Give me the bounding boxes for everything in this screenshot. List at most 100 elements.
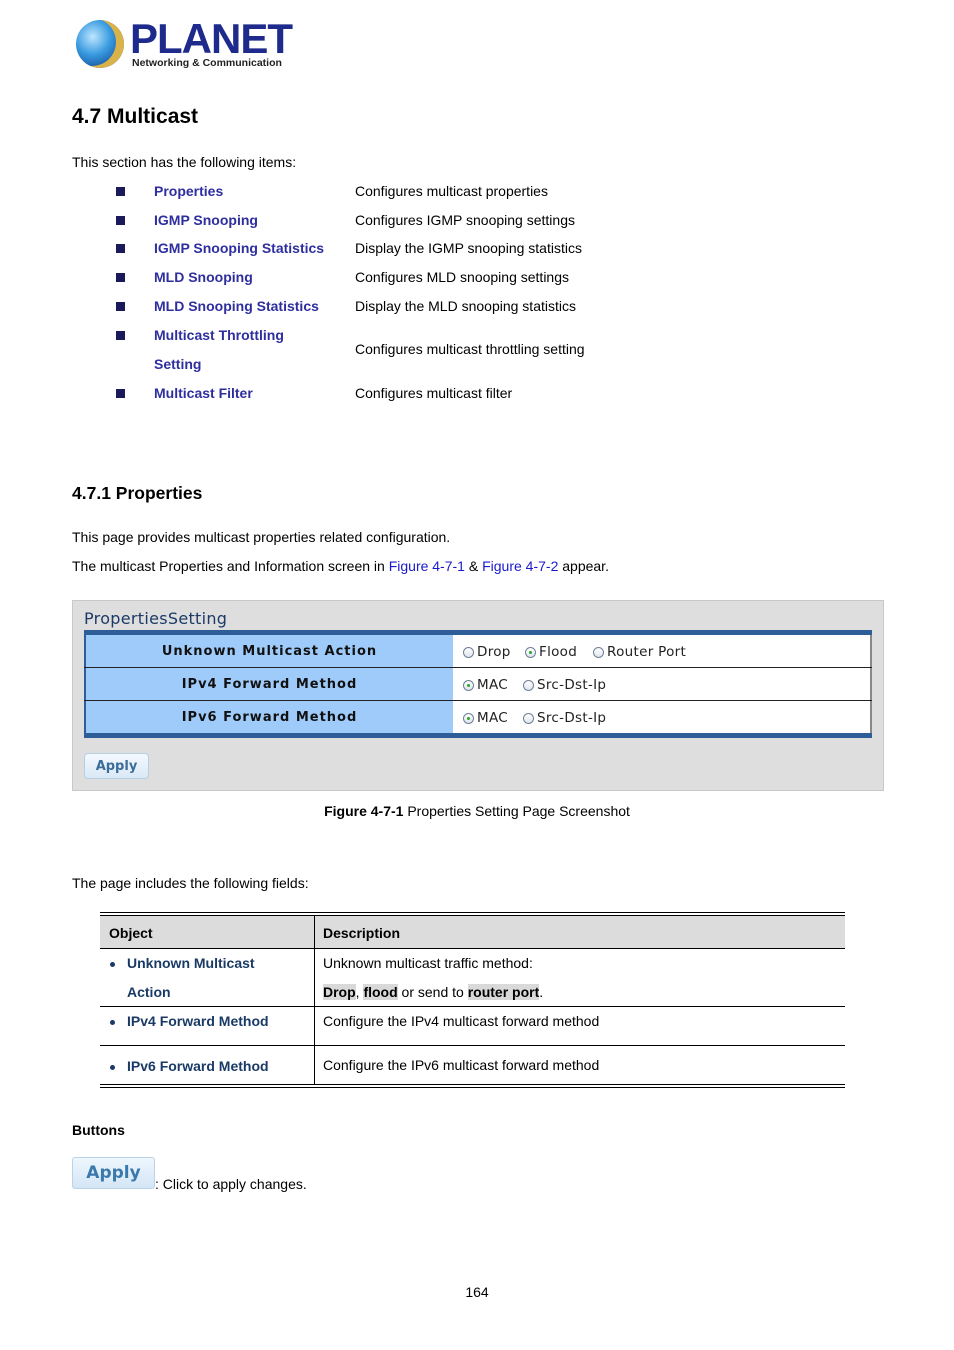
list-item: MLD Snooping Statistics Display the MLD … xyxy=(0,297,954,326)
radio-selected-icon xyxy=(525,646,536,658)
row-unknown-multicast-action: Unknown Multicast Action Drop Flood Rout… xyxy=(84,635,872,668)
item-link-multicast-throttling-setting-cont[interactable]: Setting xyxy=(154,356,201,372)
caption-label: Figure 4-7-1 xyxy=(324,803,404,819)
list-item: Properties Configures multicast properti… xyxy=(0,182,954,211)
item-link-igmp-snooping-statistics[interactable]: IGMP Snooping Statistics xyxy=(154,240,324,256)
section-title: 4.7 Multicast xyxy=(72,105,199,128)
table-row: Unknown Multicast Action Unknown multica… xyxy=(100,949,845,1007)
list-item: Multicast Filter Configures multicast fi… xyxy=(0,384,954,413)
bullet-icon xyxy=(110,1020,115,1025)
bullet-icon xyxy=(110,962,115,967)
radio-selected-icon xyxy=(463,712,474,724)
table-row: IPv4 Forward Method Configure the IPv4 m… xyxy=(100,1007,845,1046)
apply-button[interactable]: Apply xyxy=(84,753,149,779)
list-item: IGMP Snooping Configures IGMP snooping s… xyxy=(0,211,954,240)
radio-label: Src-Dst-Ip xyxy=(537,677,607,693)
figure-caption: Figure 4-7-1 Properties Setting Page Scr… xyxy=(0,803,954,819)
item-link-multicast-throttling-setting[interactable]: Multicast Throttling xyxy=(154,327,284,343)
apply-description: : Click to apply changes. xyxy=(155,1176,307,1192)
item-link-properties[interactable]: Properties xyxy=(154,183,223,199)
radio-ipv4-mac[interactable]: MAC xyxy=(463,676,508,694)
item-description: Configures multicast throttling setting xyxy=(355,341,585,357)
description-text: Unknown multicast traffic method: xyxy=(323,955,533,971)
figure-4-7-1-link[interactable]: Figure 4-7-1 xyxy=(389,558,465,574)
row-value: Drop Flood Router Port xyxy=(453,635,872,667)
radio-icon xyxy=(523,679,534,691)
list-item: Multicast Throttling Setting Configures … xyxy=(0,326,954,384)
square-bullet-icon xyxy=(116,331,125,340)
radio-ipv6-src-dst-ip[interactable]: Src-Dst-Ip xyxy=(523,709,606,727)
figure-4-7-2-link[interactable]: Figure 4-7-2 xyxy=(482,558,558,574)
panel-title: PropertiesSetting xyxy=(84,609,228,628)
object-name: IPv6 Forward Method xyxy=(127,1058,269,1074)
properties-setting-screenshot: PropertiesSetting Unknown Multicast Acti… xyxy=(72,600,884,791)
item-description: Display the IGMP snooping statistics xyxy=(355,240,582,256)
object-name: Unknown Multicast xyxy=(127,955,255,971)
item-description: Configures multicast properties xyxy=(355,183,548,199)
buttons-heading: Buttons xyxy=(72,1122,125,1138)
object-cell: IPv6 Forward Method xyxy=(100,1046,315,1084)
object-cell: IPv4 Forward Method xyxy=(100,1007,315,1045)
header-cell-object: Object xyxy=(100,916,315,948)
description-text: Drop, flood or send to router port. xyxy=(323,984,543,1000)
table-header: Object Description xyxy=(100,916,845,949)
list-item: MLD Snooping Configures MLD snooping set… xyxy=(0,268,954,297)
radio-label: Flood xyxy=(539,644,578,660)
item-link-mld-snooping[interactable]: MLD Snooping xyxy=(154,269,253,285)
description-cell: Unknown multicast traffic method: Drop, … xyxy=(315,949,845,1006)
radio-ipv4-src-dst-ip[interactable]: Src-Dst-Ip xyxy=(523,676,606,694)
logo-tagline: Networking & Communication xyxy=(132,57,282,69)
object-name: Action xyxy=(127,984,171,1000)
option-flood: flood xyxy=(363,984,398,1000)
apply-button-example[interactable]: Apply xyxy=(72,1157,155,1189)
fields-intro: The page includes the following fields: xyxy=(72,875,309,891)
description-text: Configure the IPv4 multicast forward met… xyxy=(323,1013,600,1029)
square-bullet-icon xyxy=(116,389,125,398)
planet-logo: PLANET Networking & Communication xyxy=(74,16,293,74)
radio-label: MAC xyxy=(477,677,508,693)
para2-text: & xyxy=(464,558,483,574)
para2-text: The multicast Properties and Information… xyxy=(72,558,389,574)
globe-icon xyxy=(76,20,124,68)
row-label: Unknown Multicast Action xyxy=(84,635,454,667)
section-intro: This section has the following items: xyxy=(72,154,297,170)
description-cell: Configure the IPv4 multicast forward met… xyxy=(315,1007,845,1045)
radio-icon xyxy=(523,712,534,724)
row-ipv6-forward-method: IPv6 Forward Method MAC Src-Dst-Ip xyxy=(84,701,872,733)
radio-label: Drop xyxy=(477,644,511,660)
row-ipv4-forward-method: IPv4 Forward Method MAC Src-Dst-Ip xyxy=(84,668,872,701)
radio-icon xyxy=(593,646,604,658)
row-label: IPv6 Forward Method xyxy=(84,701,454,733)
item-description: Configures IGMP snooping settings xyxy=(355,212,575,228)
square-bullet-icon xyxy=(116,244,125,253)
description-cell: Configure the IPv6 multicast forward met… xyxy=(315,1046,845,1084)
radio-label: Router Port xyxy=(607,644,687,660)
item-link-multicast-filter[interactable]: Multicast Filter xyxy=(154,385,253,401)
text: or send to xyxy=(397,984,468,1000)
square-bullet-icon xyxy=(116,216,125,225)
description-text: Configure the IPv6 multicast forward met… xyxy=(323,1057,600,1073)
square-bullet-icon xyxy=(116,273,125,282)
item-description: Configures MLD snooping settings xyxy=(355,269,570,285)
radio-label: Src-Dst-Ip xyxy=(537,710,607,726)
header-object: Object xyxy=(109,925,153,941)
radio-router-port[interactable]: Router Port xyxy=(593,643,686,661)
subsection-para2: The multicast Properties and Information… xyxy=(72,558,609,574)
row-value: MAC Src-Dst-Ip xyxy=(453,701,872,733)
radio-flood[interactable]: Flood xyxy=(525,643,577,661)
item-link-igmp-snooping[interactable]: IGMP Snooping xyxy=(154,212,258,228)
radio-icon xyxy=(463,646,474,658)
logo-brand: PLANET xyxy=(130,15,293,62)
page-number: 164 xyxy=(465,1284,489,1300)
row-label: IPv4 Forward Method xyxy=(84,668,454,700)
para2-text: appear. xyxy=(558,558,609,574)
table-row: IPv6 Forward Method Configure the IPv6 m… xyxy=(100,1046,845,1084)
caption-text: Properties Setting Page Screenshot xyxy=(403,803,630,819)
radio-drop[interactable]: Drop xyxy=(463,643,511,661)
square-bullet-icon xyxy=(116,302,125,311)
object-cell: Unknown Multicast Action xyxy=(100,949,315,1006)
radio-ipv6-mac[interactable]: MAC xyxy=(463,709,508,727)
radio-selected-icon xyxy=(463,679,474,691)
subsection-para1: This page provides multicast properties … xyxy=(72,529,451,545)
item-link-mld-snooping-statistics[interactable]: MLD Snooping Statistics xyxy=(154,298,319,314)
